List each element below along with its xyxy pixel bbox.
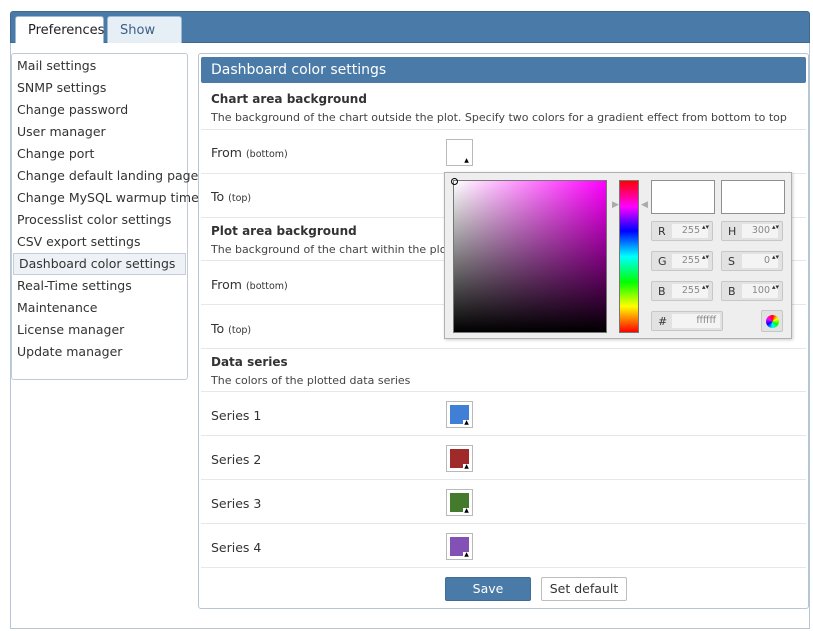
dropdown-arrow-icon: ▲ [463, 507, 470, 514]
color-picker-popup: ▶ ◀ R 255 ▴▾ G 255 ▴▾ B 255 ▴▾ H 300 ▴▾ … [444, 172, 792, 339]
series-2-row: Series 2 ▲ [201, 436, 806, 480]
series-3-label: Series 3 [211, 496, 262, 511]
series-3-row: Series 3 ▲ [201, 480, 806, 524]
spinner-icon[interactable]: ▴▾ [772, 254, 779, 261]
saturation-brightness-area[interactable] [451, 178, 607, 333]
chart-area-section-header: Chart area background The background of … [201, 86, 806, 130]
color-wheel-icon [766, 315, 779, 328]
top-tab-bar: Preferences Show Log [10, 11, 810, 65]
hex-label: # [658, 315, 668, 328]
series-2-label: Series 2 [211, 452, 262, 467]
series-1-row: Series 1 ▲ [201, 392, 806, 436]
sidebar-item-maintenance[interactable]: Maintenance [12, 297, 187, 319]
saturation-field[interactable]: S 0 ▴▾ [721, 251, 783, 271]
spinner-icon[interactable]: ▴▾ [702, 284, 709, 291]
hue-left-arrow-icon: ▶ [612, 200, 619, 210]
series-4-row: Series 4 ▲ [201, 524, 806, 568]
spinner-icon[interactable]: ▴▾ [772, 224, 779, 231]
green-label: G [658, 255, 667, 268]
dropdown-arrow-icon: ▲ [463, 419, 470, 426]
sidebar-item-processlist-color-settings[interactable]: Processlist color settings [12, 209, 187, 231]
red-label: R [658, 225, 666, 238]
sidebar-item-real-time-settings[interactable]: Real-Time settings [12, 275, 187, 297]
chart-area-title: Chart area background [211, 92, 367, 106]
sidebar-item-change-port[interactable]: Change port [12, 143, 187, 165]
dropdown-arrow-icon: ▲ [463, 463, 470, 470]
spinner-icon[interactable]: ▴▾ [702, 224, 709, 231]
saturation-label: S [728, 255, 735, 268]
sidebar-item-csv-export-settings[interactable]: CSV export settings [12, 231, 187, 253]
series-1-label: Series 1 [211, 408, 262, 423]
plot-area-title: Plot area background [211, 224, 357, 238]
series-2-swatch[interactable]: ▲ [446, 445, 473, 472]
data-series-title: Data series [211, 355, 288, 369]
tab-show-log[interactable]: Show Log [107, 16, 182, 65]
spinner-icon[interactable]: ▴▾ [772, 284, 779, 291]
sv-handle[interactable] [451, 178, 458, 185]
tab-preferences[interactable]: Preferences [15, 16, 104, 44]
panel-title: Dashboard color settings [201, 57, 806, 83]
chart-area-to-label: To (top) [211, 189, 252, 204]
plot-area-desc: The background of the chart within the p… [211, 243, 479, 256]
data-series-section-header: Data series The colors of the plotted da… [201, 349, 806, 392]
green-field[interactable]: G 255 ▴▾ [651, 251, 713, 271]
dropdown-arrow-icon: ▲ [463, 551, 470, 558]
hex-value[interactable]: ffffff [672, 314, 720, 328]
plot-area-to-label: To (top) [211, 321, 252, 336]
hue-right-arrow-icon: ◀ [641, 200, 648, 210]
series-4-label: Series 4 [211, 540, 262, 555]
sidebar-item-snmp-settings[interactable]: SNMP settings [12, 77, 187, 99]
new-color-preview [651, 180, 715, 214]
chart-area-desc: The background of the chart outside the … [211, 111, 787, 124]
chart-area-from-label: From (bottom) [211, 145, 288, 160]
hue-slider[interactable] [619, 180, 639, 333]
dropdown-arrow-icon: ▲ [463, 157, 470, 164]
blue-label: B [658, 285, 666, 298]
series-1-swatch[interactable]: ▲ [446, 401, 473, 428]
sidebar-item-license-manager[interactable]: License manager [12, 319, 187, 341]
chart-area-from-row: From (bottom) ▲ [201, 130, 806, 174]
sidebar-item-update-manager[interactable]: Update manager [12, 341, 187, 363]
series-4-swatch[interactable]: ▲ [446, 533, 473, 560]
sidebar-item-change-mysql-warmup-time[interactable]: Change MySQL warmup time [12, 187, 199, 209]
hue-field[interactable]: H 300 ▴▾ [721, 221, 783, 241]
series-3-swatch[interactable]: ▲ [446, 489, 473, 516]
plot-area-from-label: From (bottom) [211, 277, 288, 292]
sidebar-item-dashboard-color-settings[interactable]: Dashboard color settings [13, 253, 186, 275]
data-series-desc: The colors of the plotted data series [211, 374, 411, 387]
spinner-icon[interactable]: ▴▾ [702, 254, 709, 261]
red-field[interactable]: R 255 ▴▾ [651, 221, 713, 241]
chart-area-from-swatch[interactable]: ▲ [446, 139, 473, 166]
settings-sidebar: Mail settings SNMP settings Change passw… [11, 53, 199, 380]
set-default-button[interactable]: Set default [541, 577, 627, 601]
color-wheel-button[interactable] [761, 310, 783, 332]
sidebar-item-change-default-landing-page[interactable]: Change default landing page [12, 165, 198, 187]
hex-field[interactable]: # ffffff [651, 311, 723, 331]
sidebar-item-mail-settings[interactable]: Mail settings [12, 55, 187, 77]
sidebar-item-change-password[interactable]: Change password [12, 99, 187, 121]
hue-label: H [728, 225, 737, 238]
brightness-label: B [728, 285, 736, 298]
save-button[interactable]: Save [445, 577, 531, 601]
blue-field[interactable]: B 255 ▴▾ [651, 281, 713, 301]
current-color-preview[interactable] [721, 180, 785, 214]
sidebar-item-user-manager[interactable]: User manager [12, 121, 187, 143]
brightness-field[interactable]: B 100 ▴▾ [721, 281, 783, 301]
